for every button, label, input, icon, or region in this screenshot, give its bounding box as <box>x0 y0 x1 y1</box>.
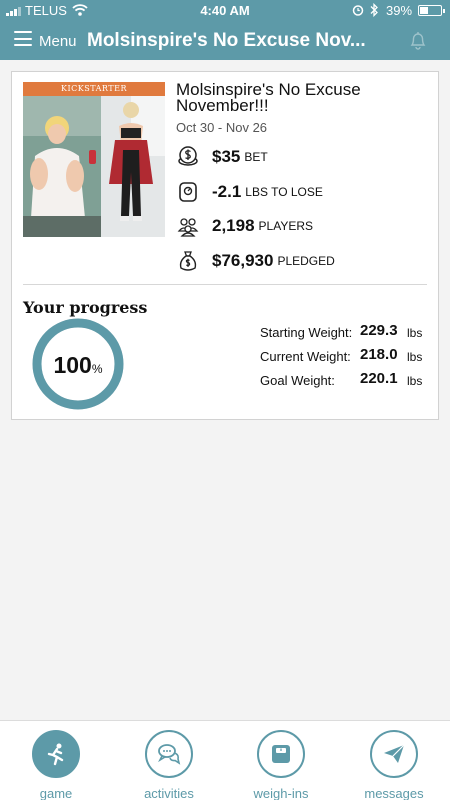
notification-bell-icon[interactable] <box>407 29 429 51</box>
weight-to-lose-unit: LBS TO LOSE <box>245 185 323 199</box>
menu-button[interactable]: Menu <box>39 33 77 50</box>
stat-weight-to-lose: -2.1 LBS TO LOSE <box>176 179 323 205</box>
challenge-dates: Oct 30 - Nov 26 <box>176 120 268 135</box>
weight-to-lose-value: -2.1 <box>212 182 242 201</box>
tab-game[interactable]: game <box>16 730 96 800</box>
current-weight-unit: lbs <box>407 350 423 364</box>
progress-percent-symbol: % <box>91 362 103 376</box>
runner-icon[interactable] <box>32 730 80 778</box>
pledged-value: $76,930 <box>212 251 274 270</box>
players-unit: PLAYERS <box>258 219 314 233</box>
status-bar: TELUS 4:40 AM 39% <box>0 0 450 22</box>
bottom-tab-bar: game activities weigh-ins messages <box>0 720 450 800</box>
stat-players: 2,198 PLAYERS <box>176 213 313 239</box>
challenge-photo: KICKSTARTER <box>23 82 165 237</box>
progress-title: Your progress <box>23 298 148 317</box>
kickstarter-banner: KICKSTARTER <box>23 82 165 96</box>
progress-percent: 100% <box>31 352 125 379</box>
scale-icon[interactable] <box>257 730 305 778</box>
scale-icon <box>179 182 197 202</box>
goal-weight-row: Goal Weight: 220.1 lbs <box>252 370 424 390</box>
starting-weight-value: 229.3 <box>360 322 398 339</box>
tab-messages-label: messages <box>364 786 424 800</box>
battery-percent: 39% <box>386 3 413 18</box>
starting-weight-unit: lbs <box>407 326 423 340</box>
tab-activities[interactable]: activities <box>129 730 209 800</box>
progress-percent-value: 100 <box>53 352 92 378</box>
pledged-unit: PLEDGED <box>277 254 335 268</box>
chat-bubbles-icon[interactable] <box>145 730 193 778</box>
bet-unit: BET <box>244 150 268 164</box>
goal-weight-value: 220.1 <box>360 370 398 387</box>
starting-weight-row: Starting Weight: 229.3 lbs <box>252 322 424 342</box>
tab-activities-label: activities <box>144 786 194 800</box>
before-after-photo <box>23 96 165 237</box>
card-divider <box>23 284 427 285</box>
tab-game-label: game <box>39 786 73 800</box>
bet-coin-icon <box>178 146 198 166</box>
top-bar: TELUS 4:40 AM 39% Menu Molsinspire's No … <box>0 0 450 60</box>
players-icon <box>177 218 199 237</box>
alarm-clock-icon <box>352 5 364 16</box>
clock: 4:40 AM <box>200 3 250 18</box>
nav-bar: Menu Molsinspire's No Excuse Nov... <box>0 22 450 60</box>
page-title: Molsinspire's No Excuse Nov... <box>87 30 366 51</box>
money-bag-icon <box>179 251 197 271</box>
tab-messages[interactable]: messages <box>354 730 434 800</box>
stat-bet: $35 BET <box>176 144 268 170</box>
goal-weight-label: Goal Weight: <box>260 373 335 388</box>
hamburger-menu-icon[interactable] <box>14 31 32 46</box>
goal-weight-unit: lbs <box>407 374 423 388</box>
current-weight-value: 218.0 <box>360 346 398 363</box>
bet-value: $35 <box>212 147 241 166</box>
starting-weight-label: Starting Weight: <box>260 325 353 340</box>
current-weight-label: Current Weight: <box>260 349 351 364</box>
tab-weigh-ins-label: weigh-ins <box>253 786 309 800</box>
bluetooth-icon <box>370 3 378 17</box>
current-weight-row: Current Weight: 218.0 lbs <box>252 346 424 366</box>
battery-icon <box>418 5 445 16</box>
tab-weigh-ins[interactable]: weigh-ins <box>241 730 321 800</box>
challenge-title: Molsinspire's No Excuse November!!! <box>176 80 361 115</box>
stat-pledged: $76,930 PLEDGED <box>176 248 335 274</box>
players-value: 2,198 <box>212 216 255 235</box>
challenge-card[interactable]: KICKSTARTER Molsinspire's No Excuse Nove… <box>11 71 439 420</box>
paper-plane-icon[interactable] <box>370 730 418 778</box>
